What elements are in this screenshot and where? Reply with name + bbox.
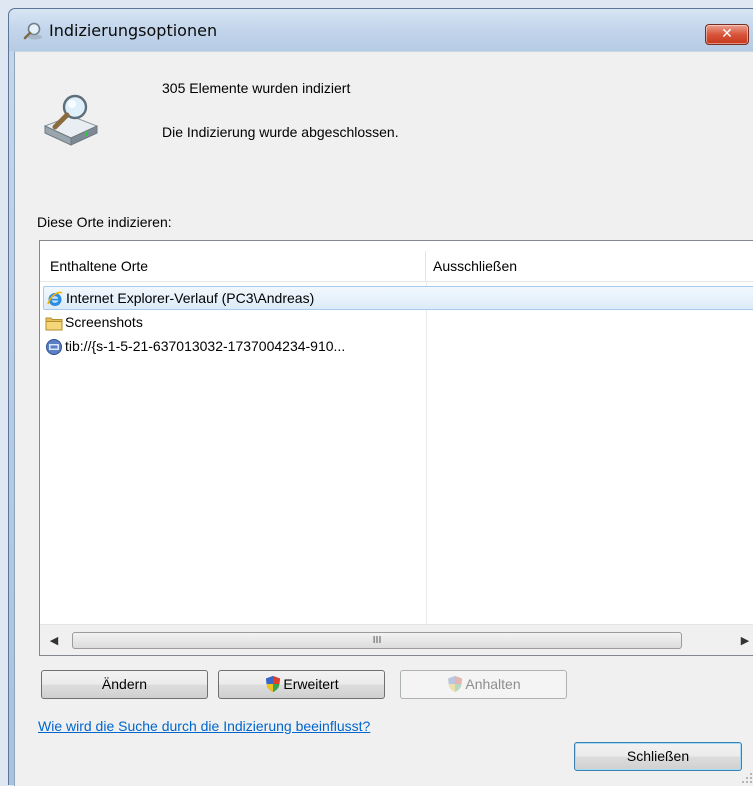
close-window-button[interactable]: ✕: [705, 24, 749, 45]
window-title: Indizierungsoptionen: [49, 21, 218, 40]
scroll-thumb[interactable]: III: [72, 632, 682, 649]
uac-shield-disabled-icon: [448, 676, 463, 692]
locations-section-label: Diese Orte indizieren:: [37, 214, 172, 230]
pause-button-label: Anhalten: [465, 676, 521, 692]
header-divider: [40, 281, 753, 282]
dialog-content: 305 Elemente wurden indiziert Die Indizi…: [14, 51, 753, 786]
list-row-label: Screenshots: [65, 314, 143, 330]
scroll-right-arrow-icon[interactable]: ▶: [737, 633, 753, 649]
scroll-left-arrow-icon[interactable]: ◀: [46, 633, 62, 649]
advanced-button[interactable]: Erweitert: [218, 670, 385, 699]
pause-button[interactable]: Anhalten: [400, 670, 567, 699]
list-row-screenshots[interactable]: Screenshots: [43, 311, 753, 335]
uac-shield-icon: [266, 676, 281, 692]
indexing-options-window: Indizierungsoptionen ✕ 305 Elemente wurd…: [8, 8, 753, 786]
title-bar[interactable]: Indizierungsoptionen ✕: [9, 9, 753, 51]
folder-icon: [45, 317, 63, 331]
internet-explorer-icon: [47, 291, 63, 306]
list-row-ie-history[interactable]: Internet Explorer-Verlauf (PC3\Andreas): [43, 286, 753, 310]
list-row-label: Internet Explorer-Verlauf (PC3\Andreas): [66, 290, 315, 306]
column-header-exclude[interactable]: Ausschließen: [426, 251, 753, 281]
horizontal-scrollbar[interactable]: ◀ III ▶: [40, 624, 753, 655]
column-header-included-locations[interactable]: Enthaltene Orte: [40, 251, 426, 281]
list-row-label: tib://{s-1-5-21-637013032-1737004234-910…: [65, 338, 346, 354]
indexing-drive-icon: [43, 94, 99, 146]
items-indexed-text: 305 Elemente wurden indiziert: [162, 80, 351, 96]
locations-list[interactable]: Enthaltene Orte Ausschließen Internet Ex…: [39, 240, 753, 656]
advanced-button-label: Erweitert: [283, 676, 339, 692]
tib-location-icon: [46, 339, 62, 355]
change-button[interactable]: Ändern: [41, 670, 208, 699]
magnifier-indexing-icon: [23, 22, 42, 40]
list-row-tib-location[interactable]: tib://{s-1-5-21-637013032-1737004234-910…: [43, 335, 753, 359]
close-button[interactable]: Schließen: [574, 742, 742, 771]
indexing-status-text: Die Indizierung wurde abgeschlossen.: [162, 124, 399, 140]
close-icon: ✕: [721, 26, 733, 42]
indexing-help-link[interactable]: Wie wird die Suche durch die Indizierung…: [38, 718, 370, 734]
resize-grip-icon[interactable]: [741, 772, 753, 784]
scroll-grip-icon: III: [372, 635, 382, 646]
